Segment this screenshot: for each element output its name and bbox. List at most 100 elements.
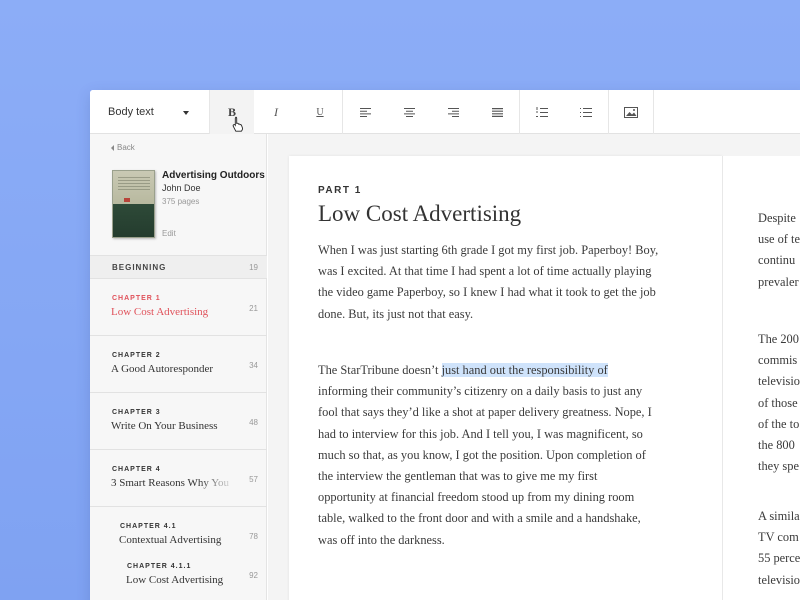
edit-book-link[interactable]: Edit: [162, 229, 176, 238]
formatting-toolbar: Body text B I U: [90, 90, 800, 134]
text-line: the 800: [758, 438, 795, 453]
chapter-item-2[interactable]: CHAPTER 2 A Good Autoresponder 34: [90, 336, 267, 393]
next-page[interactable]: Despite use of te continu prevaler The 2…: [722, 156, 800, 600]
text-selection-highlight[interactable]: just hand out the responsibility of: [441, 363, 608, 377]
chapter-label: CHAPTER 4.1.1: [127, 563, 192, 570]
book-title: Advertising Outdoors: [162, 170, 265, 181]
text-line: opportunity at financial freedom stood u…: [318, 490, 635, 505]
chapter-item-4-1-1[interactable]: CHAPTER 4.1.1 Low Cost Advertising 92: [90, 547, 267, 587]
editor-window: Body text B I U Back Advertising Outdoor…: [90, 90, 800, 600]
chapter-page: 78: [249, 532, 258, 541]
text-line: 55 perce: [758, 551, 800, 566]
chapter-heading[interactable]: Low Cost Advertising: [318, 201, 521, 227]
bold-button[interactable]: B: [210, 90, 254, 134]
text-line: continu: [758, 253, 796, 268]
align-center-button[interactable]: [387, 90, 431, 134]
text-line: A simila: [758, 509, 800, 523]
chapter-item-3[interactable]: CHAPTER 3 Write On Your Business 48: [90, 393, 267, 450]
insert-image-button[interactable]: [609, 90, 653, 134]
align-center-icon: [403, 107, 415, 117]
list-group: [520, 90, 609, 134]
align-left-button[interactable]: [343, 90, 387, 134]
chapter-page: 48: [249, 418, 258, 427]
chapter-sidebar: Back Advertising Outdoors John Doe 375 p…: [90, 134, 267, 600]
text-line: of the to: [758, 416, 800, 431]
text-line: The StarTribune doesn’t just hand out th…: [318, 360, 698, 381]
next-page-paragraph-1: Despite use of te continu prevaler: [758, 208, 800, 293]
align-justify-icon: [491, 107, 503, 117]
text-line: TV com: [758, 530, 799, 545]
back-label: Back: [117, 143, 135, 152]
chapter-title: Contextual Advertising: [119, 534, 222, 546]
chapter-item-4[interactable]: CHAPTER 4 3 Smart Reasons Why You 57: [90, 450, 267, 507]
align-right-button[interactable]: [431, 90, 475, 134]
text-line: of those: [758, 395, 798, 410]
text-line: done. But, its just not that easy.: [318, 306, 474, 321]
bullet-list-icon: [580, 107, 592, 117]
cover-flag-decoration: [124, 198, 130, 202]
document-page[interactable]: PART 1 Low Cost Advertising When I was j…: [289, 156, 722, 600]
chevron-down-icon: [183, 111, 189, 115]
chapter-title: Low Cost Advertising: [126, 574, 224, 586]
part-label: PART 1: [318, 185, 362, 196]
text-line: When I was just starting 6th grade I got…: [318, 243, 659, 257]
paragraph-2[interactable]: The StarTribune doesn’t just hand out th…: [318, 360, 698, 551]
section-label: BEGINNING: [112, 263, 167, 272]
cover-text-decoration: [118, 177, 150, 191]
text-line: the video game Paperboy, so I knew I had…: [318, 285, 656, 300]
chevron-left-icon: [111, 144, 114, 151]
alignment-group: [343, 90, 520, 134]
chapter-title: 3 Smart Reasons Why You: [111, 477, 230, 489]
section-page: 19: [249, 263, 258, 272]
numbered-list-icon: [536, 106, 548, 117]
chapter-label: CHAPTER 4: [112, 466, 161, 473]
chapter-item-4-1[interactable]: CHAPTER 4.1 Contextual Advertising 78: [90, 507, 267, 547]
text-line: informing their community’s citizenry on…: [318, 384, 643, 399]
text-line: Despite: [758, 211, 796, 225]
chapter-label: CHAPTER 4.1: [120, 523, 177, 530]
text-line: had to interview for this job. And I tel…: [318, 426, 643, 441]
text-line: the interview the gentleman that was to …: [318, 469, 598, 484]
insert-group: [609, 90, 654, 134]
chapter-title: A Good Autoresponder: [111, 363, 214, 375]
text-line: was I excited. At that time I had spent …: [318, 264, 652, 279]
text-line: was off into the darkness.: [318, 532, 445, 547]
image-icon: [624, 106, 638, 118]
next-page-paragraph-2: The 200 commis televisio of those of the…: [758, 329, 800, 477]
align-justify-button[interactable]: [475, 90, 519, 134]
text-line: much so that, as you know, I got the pos…: [318, 447, 646, 462]
chapter-item-1[interactable]: CHAPTER 1 Low Cost Advertising 21: [90, 279, 267, 336]
align-right-icon: [447, 107, 459, 117]
text-line: table, walked to the front door and with…: [318, 511, 641, 526]
align-left-icon: [359, 107, 371, 117]
book-author: John Doe: [162, 183, 201, 193]
chapter-label: CHAPTER 3: [112, 409, 161, 416]
italic-button[interactable]: I: [254, 90, 298, 134]
book-page-count: 375 pages: [162, 197, 200, 206]
text-line: fool that says they’d like a shot at pap…: [318, 405, 652, 420]
next-page-paragraph-3: A simila TV com 55 perce televisio: [758, 506, 800, 591]
chapter-page: 92: [249, 571, 258, 580]
back-link[interactable]: Back: [111, 143, 135, 152]
underline-button[interactable]: U: [298, 90, 342, 134]
text-line: use of te: [758, 232, 800, 247]
text-line: commis: [758, 353, 798, 368]
paragraph-style-select[interactable]: Body text: [90, 90, 210, 134]
text-line: they spe: [758, 459, 799, 474]
paragraph-1[interactable]: When I was just starting 6th grade I got…: [318, 240, 698, 325]
chapter-label: CHAPTER 2: [112, 352, 161, 359]
text-line: televisio: [758, 572, 800, 587]
text-style-group: B I U: [210, 90, 343, 134]
paragraph-style-value: Body text: [108, 106, 154, 118]
text-line: prevaler: [758, 274, 799, 289]
text-run: The StarTribune doesn’t: [318, 363, 442, 377]
chapter-page: 21: [249, 304, 258, 313]
bullet-list-button[interactable]: [564, 90, 608, 134]
italic-label: I: [274, 104, 278, 119]
chapter-label: CHAPTER 1: [112, 295, 161, 302]
numbered-list-button[interactable]: [520, 90, 564, 134]
section-beginning[interactable]: BEGINNING 19: [90, 255, 267, 279]
text-line: The 200: [758, 332, 799, 346]
text-line: televisio: [758, 374, 800, 389]
chapter-title: Low Cost Advertising: [111, 306, 209, 318]
